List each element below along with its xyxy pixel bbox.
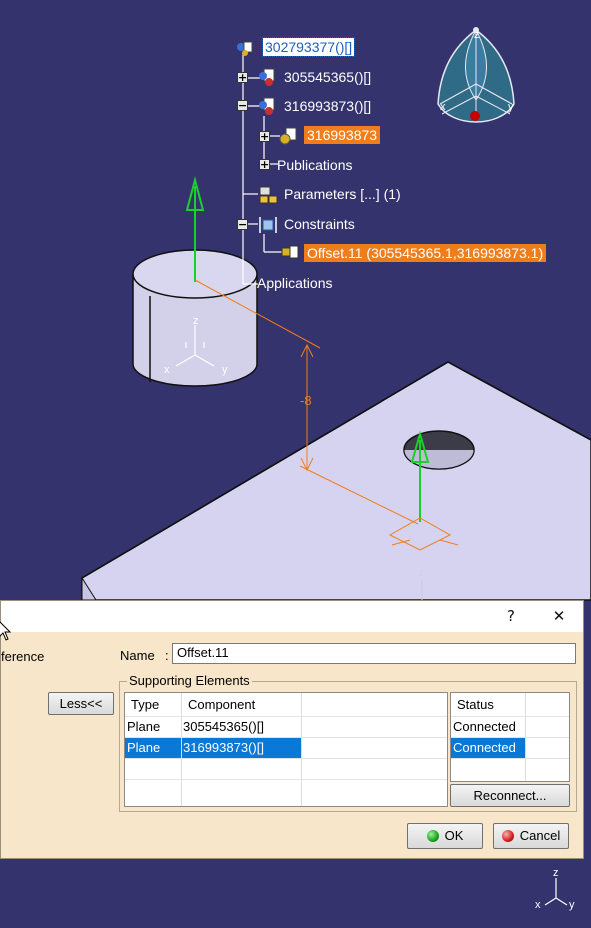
close-button[interactable]: ✕ (547, 605, 571, 627)
cancel-icon (501, 830, 514, 842)
tree-item-305545365[interactable]: 305545365()[] (284, 68, 371, 86)
tree-item-publications[interactable]: Publications (277, 156, 353, 174)
name-colon: : (165, 648, 169, 663)
cancel-label: Cancel (519, 828, 561, 843)
part-body-icon[interactable] (278, 126, 297, 145)
product-icon[interactable] (236, 39, 254, 57)
status-cell: Connected (453, 719, 516, 734)
table-row[interactable]: Plane 305545365()[] (125, 717, 447, 737)
part-icon[interactable] (258, 96, 276, 115)
expand-icon[interactable]: + (259, 159, 270, 170)
reconnect-button[interactable]: Reconnect... (450, 784, 570, 807)
mouse-cursor-icon (0, 621, 11, 641)
name-input[interactable]: Offset.11 (172, 643, 576, 664)
constraint-definition-dialog: ? ✕ ference Name : Offset.11 Less<< Supp… (0, 600, 584, 859)
part-icon[interactable] (258, 67, 276, 86)
status-header[interactable]: Status (457, 695, 494, 715)
cylinder-axis-y: y (222, 364, 228, 376)
supporting-elements-title: Supporting Elements (127, 673, 252, 688)
compass-x: x (440, 101, 446, 113)
constraints-icon[interactable] (258, 214, 277, 233)
tree-item-316993873-product[interactable]: 316993873()[] (284, 97, 371, 115)
offset-constraint-icon[interactable] (280, 244, 299, 262)
column-header-type[interactable]: Type (131, 695, 159, 715)
corner-axis-x: x (535, 899, 541, 911)
row-type: Plane (127, 719, 161, 734)
supporting-elements-table[interactable]: Type Component Plane 305545365()[] Plane… (124, 692, 448, 807)
row-component: 305545365()[] (183, 719, 264, 734)
tree-item-constraints[interactable]: Constraints (284, 215, 355, 233)
row-type: Plane (127, 740, 161, 755)
tree-item-parameters[interactable]: Parameters [...] (1) (284, 185, 401, 203)
collapse-icon[interactable]: − (237, 219, 248, 230)
expand-icon[interactable]: + (259, 131, 270, 142)
dialog-titlebar[interactable]: ? ✕ (1, 601, 583, 632)
corner-axis-y: y (569, 899, 575, 911)
tree-item-offset11[interactable]: Offset.11 (305545365.1,316993873.1) (304, 244, 547, 262)
ok-button[interactable]: OK (407, 823, 483, 849)
compass-z: z (474, 29, 480, 41)
cancel-button[interactable]: Cancel (493, 823, 569, 849)
less-button[interactable]: Less<< (48, 692, 114, 715)
help-button[interactable]: ? (499, 605, 523, 627)
tree-item-316993873-part[interactable]: 316993873 (304, 126, 381, 144)
clipped-reference-label: ference (1, 649, 45, 664)
tree-item-applications[interactable]: Applications (257, 274, 333, 292)
row-component: 316993873()[] (183, 740, 264, 755)
expand-icon[interactable]: + (237, 72, 248, 83)
plate-axis-z: z (419, 568, 424, 579)
status-cell-selected: Connected (453, 740, 516, 755)
collapse-icon[interactable]: − (237, 100, 248, 111)
plate-part[interactable] (81, 361, 591, 601)
tree-root-label[interactable]: 302793377()[] (261, 37, 356, 57)
column-header-component[interactable]: Component (188, 695, 255, 715)
corner-axis-z: z (553, 867, 559, 879)
compass-y: y (508, 101, 514, 113)
status-table[interactable]: Status Connected Connected (450, 692, 570, 782)
parameters-icon[interactable] (258, 185, 278, 204)
ok-label: OK (444, 828, 464, 843)
corner-axis-glyph (544, 878, 568, 906)
name-label: Name (120, 648, 155, 663)
cylinder-axis-x: x (164, 364, 170, 376)
cylinder-axis-z: z (193, 315, 199, 327)
compass-widget[interactable] (437, 27, 515, 123)
ok-icon (426, 830, 439, 842)
dimension-value[interactable]: -8 (300, 393, 312, 408)
table-row-selected[interactable]: Plane 316993873()[] (125, 738, 447, 758)
